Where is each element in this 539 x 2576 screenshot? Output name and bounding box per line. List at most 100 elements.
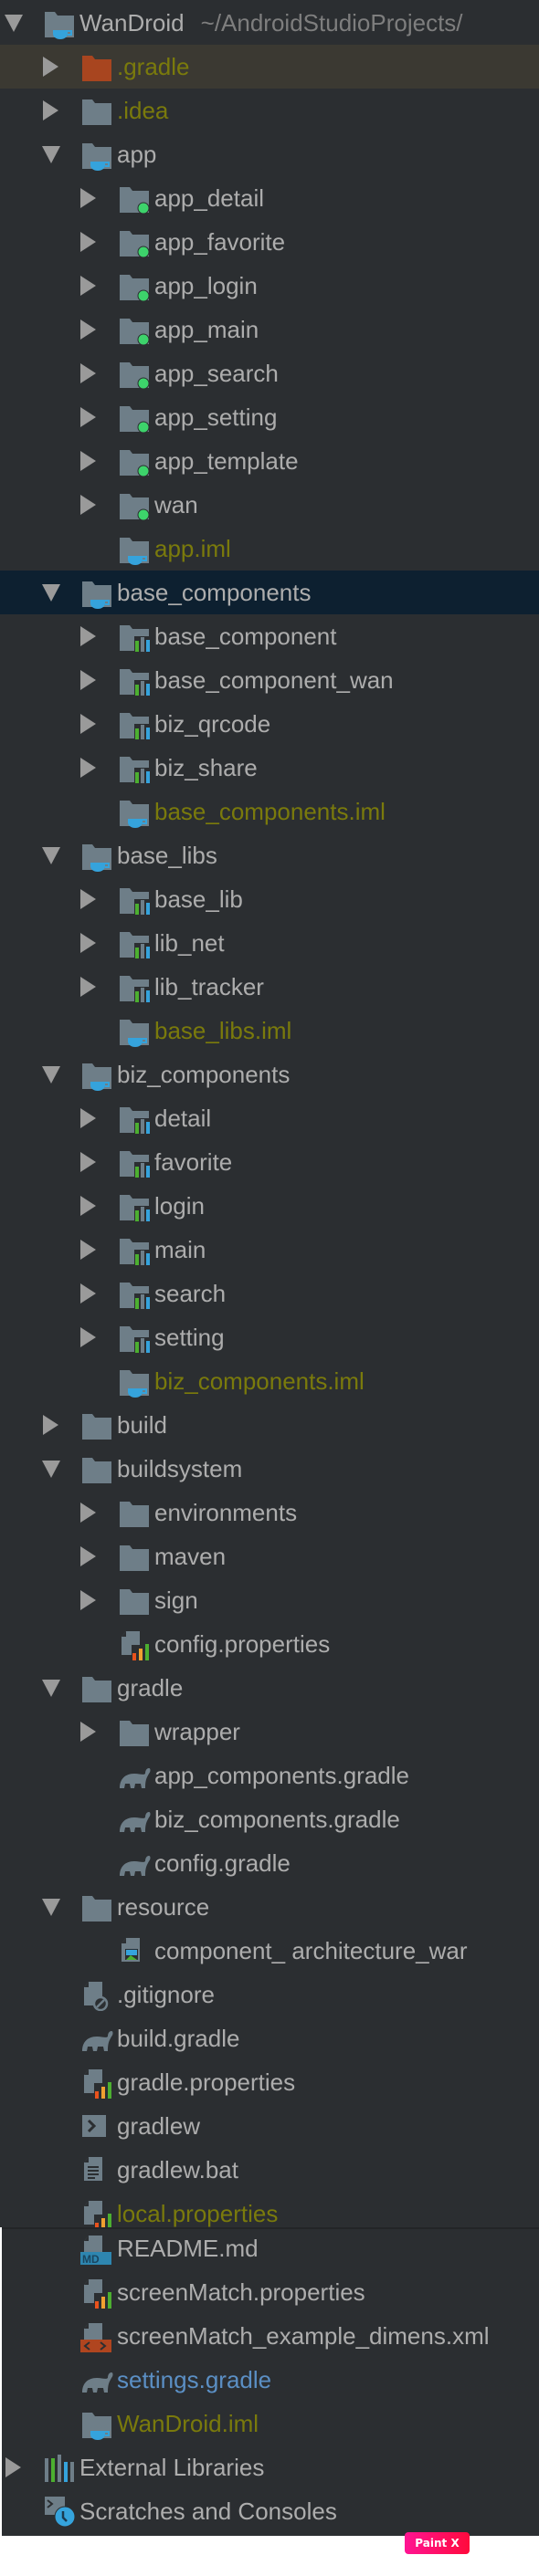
- tree-row[interactable]: app_components.gradle: [0, 1754, 539, 1797]
- chevron-right-icon[interactable]: [80, 758, 96, 778]
- tree-row[interactable]: .gradle: [0, 45, 539, 89]
- tree-row[interactable]: wrapper: [0, 1710, 539, 1754]
- tree-row[interactable]: resource: [0, 1885, 539, 1929]
- tree-row[interactable]: component_ architecture_war: [0, 1929, 539, 1973]
- tree-row[interactable]: base_component: [0, 614, 539, 658]
- chevron-down-icon[interactable]: [42, 847, 60, 864]
- tree-row[interactable]: config.properties: [0, 1622, 539, 1666]
- chevron-right-icon[interactable]: [80, 188, 96, 208]
- tree-row[interactable]: app_template: [0, 439, 539, 483]
- tree-row[interactable]: biz_components.gradle: [0, 1797, 539, 1841]
- chevron-right-icon[interactable]: [80, 363, 96, 383]
- chevron-down-icon[interactable]: [42, 1461, 60, 1478]
- tree-row[interactable]: gradle.properties: [0, 2060, 539, 2104]
- chevron-right-icon[interactable]: [80, 1283, 96, 1304]
- tree-row[interactable]: WanDroid.iml: [2, 2402, 539, 2445]
- tree-row[interactable]: lib_tracker: [0, 965, 539, 1009]
- chevron-right-icon[interactable]: [80, 933, 96, 953]
- tree-row[interactable]: detail: [0, 1096, 539, 1140]
- tree-row[interactable]: build.gradle: [0, 2016, 539, 2060]
- chevron-right-icon[interactable]: [80, 319, 96, 340]
- tree-row[interactable]: base_lib: [0, 877, 539, 921]
- chevron-right-icon[interactable]: [80, 1546, 96, 1566]
- tree-row[interactable]: biz_qrcode: [0, 702, 539, 746]
- tree-row[interactable]: buildsystem: [0, 1447, 539, 1491]
- chevron-right-icon[interactable]: [80, 670, 96, 690]
- tree-row[interactable]: .gitignore: [0, 1973, 539, 2016]
- chevron-right-icon[interactable]: [80, 451, 96, 471]
- tree-row[interactable]: gradlew.bat: [0, 2148, 539, 2192]
- tree-row[interactable]: login: [0, 1184, 539, 1228]
- chevron-right-icon[interactable]: [5, 2457, 21, 2477]
- tree-row[interactable]: MD README.md: [2, 2229, 539, 2270]
- tree-row[interactable]: screenMatch_example_dimens.xml: [2, 2314, 539, 2358]
- tree-row[interactable]: screenMatch.properties: [2, 2270, 539, 2314]
- tree-row[interactable]: biz_components.iml: [0, 1359, 539, 1403]
- gradle-file-icon: [118, 1848, 151, 1880]
- library-module-folder-icon: [118, 1104, 151, 1135]
- tree-row[interactable]: base_libs: [0, 833, 539, 877]
- chevron-right-icon[interactable]: [80, 232, 96, 252]
- tree-row[interactable]: base_components: [0, 571, 539, 614]
- chevron-right-icon[interactable]: [43, 57, 58, 77]
- tree-row[interactable]: app_search: [0, 351, 539, 395]
- tree-row[interactable]: biz_share: [0, 746, 539, 790]
- tree-row[interactable]: app_setting: [0, 395, 539, 439]
- chevron-down-icon[interactable]: [42, 1680, 60, 1697]
- chevron-right-icon[interactable]: [80, 1196, 96, 1216]
- chevron-right-icon[interactable]: [80, 714, 96, 734]
- tree-row[interactable]: maven: [0, 1534, 539, 1578]
- tree-row[interactable]: build: [0, 1403, 539, 1447]
- chevron-right-icon[interactable]: [80, 1590, 96, 1610]
- tree-row[interactable]: app_login: [0, 264, 539, 308]
- tree-row[interactable]: base_component_wan: [0, 658, 539, 702]
- tree-row[interactable]: app.iml: [0, 527, 539, 571]
- chevron-right-icon[interactable]: [80, 1240, 96, 1260]
- chevron-down-icon[interactable]: [5, 15, 23, 32]
- chevron-right-icon[interactable]: [80, 1722, 96, 1742]
- chevron-right-icon[interactable]: [80, 1108, 96, 1128]
- chevron-right-icon[interactable]: [80, 626, 96, 646]
- chevron-down-icon[interactable]: [42, 146, 60, 163]
- tree-row[interactable]: main: [0, 1228, 539, 1272]
- chevron-down-icon[interactable]: [42, 584, 60, 602]
- tree-row[interactable]: base_libs.iml: [0, 1009, 539, 1052]
- tree-row[interactable]: app_main: [0, 308, 539, 351]
- tree-row[interactable]: lib_net: [0, 921, 539, 965]
- chevron-right-icon[interactable]: [80, 977, 96, 997]
- tree-row[interactable]: search: [0, 1272, 539, 1315]
- chevron-right-icon[interactable]: [43, 100, 58, 120]
- chevron-right-icon[interactable]: [80, 1503, 96, 1523]
- chevron-right-icon[interactable]: [80, 1327, 96, 1347]
- folder-icon: [80, 1410, 113, 1441]
- tree-row[interactable]: favorite: [0, 1140, 539, 1184]
- chevron-down-icon[interactable]: [42, 1066, 60, 1084]
- chevron-right-icon[interactable]: [80, 889, 96, 909]
- tree-row[interactable]: app_detail: [0, 176, 539, 220]
- app-module-folder-icon: [118, 227, 151, 258]
- chevron-down-icon[interactable]: [42, 1899, 60, 1916]
- tree-row[interactable]: External Libraries: [2, 2445, 539, 2489]
- folder-icon: [80, 1892, 113, 1923]
- tree-row[interactable]: environments: [0, 1491, 539, 1534]
- chevron-right-icon[interactable]: [80, 495, 96, 515]
- tree-row[interactable]: wan: [0, 483, 539, 527]
- tree-row[interactable]: app: [0, 132, 539, 176]
- tree-row[interactable]: .idea: [0, 89, 539, 132]
- tree-row[interactable]: settings.gradle: [2, 2358, 539, 2402]
- chevron-right-icon[interactable]: [43, 1415, 58, 1435]
- chevron-right-icon[interactable]: [80, 407, 96, 427]
- tree-row[interactable]: gradlew: [0, 2104, 539, 2148]
- tree-row[interactable]: setting: [0, 1315, 539, 1359]
- tree-row[interactable]: WanDroid ~/AndroidStudioProjects/: [0, 1, 539, 45]
- tree-row[interactable]: config.gradle: [0, 1841, 539, 1885]
- tree-row[interactable]: base_components.iml: [0, 790, 539, 833]
- tree-row[interactable]: local.properties: [0, 2192, 539, 2227]
- chevron-right-icon[interactable]: [80, 1152, 96, 1172]
- tree-row[interactable]: Scratches and Consoles: [2, 2489, 539, 2533]
- tree-row[interactable]: biz_components: [0, 1052, 539, 1096]
- chevron-right-icon[interactable]: [80, 276, 96, 296]
- tree-row[interactable]: app_favorite: [0, 220, 539, 264]
- tree-row[interactable]: sign: [0, 1578, 539, 1622]
- tree-row[interactable]: gradle: [0, 1666, 539, 1710]
